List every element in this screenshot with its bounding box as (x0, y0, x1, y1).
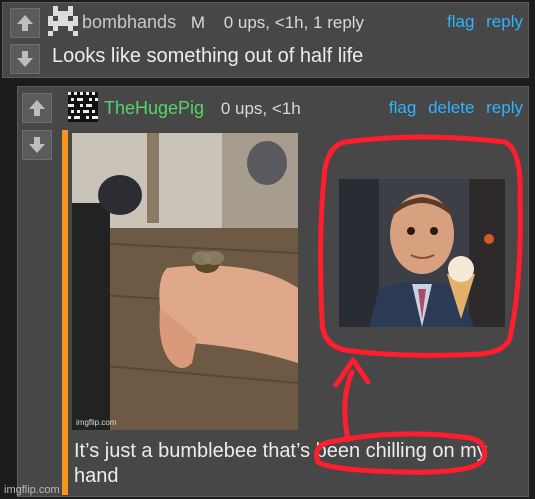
imgflip-watermark: imgflip.com (4, 484, 60, 496)
red-annotation-drawing (314, 134, 523, 475)
